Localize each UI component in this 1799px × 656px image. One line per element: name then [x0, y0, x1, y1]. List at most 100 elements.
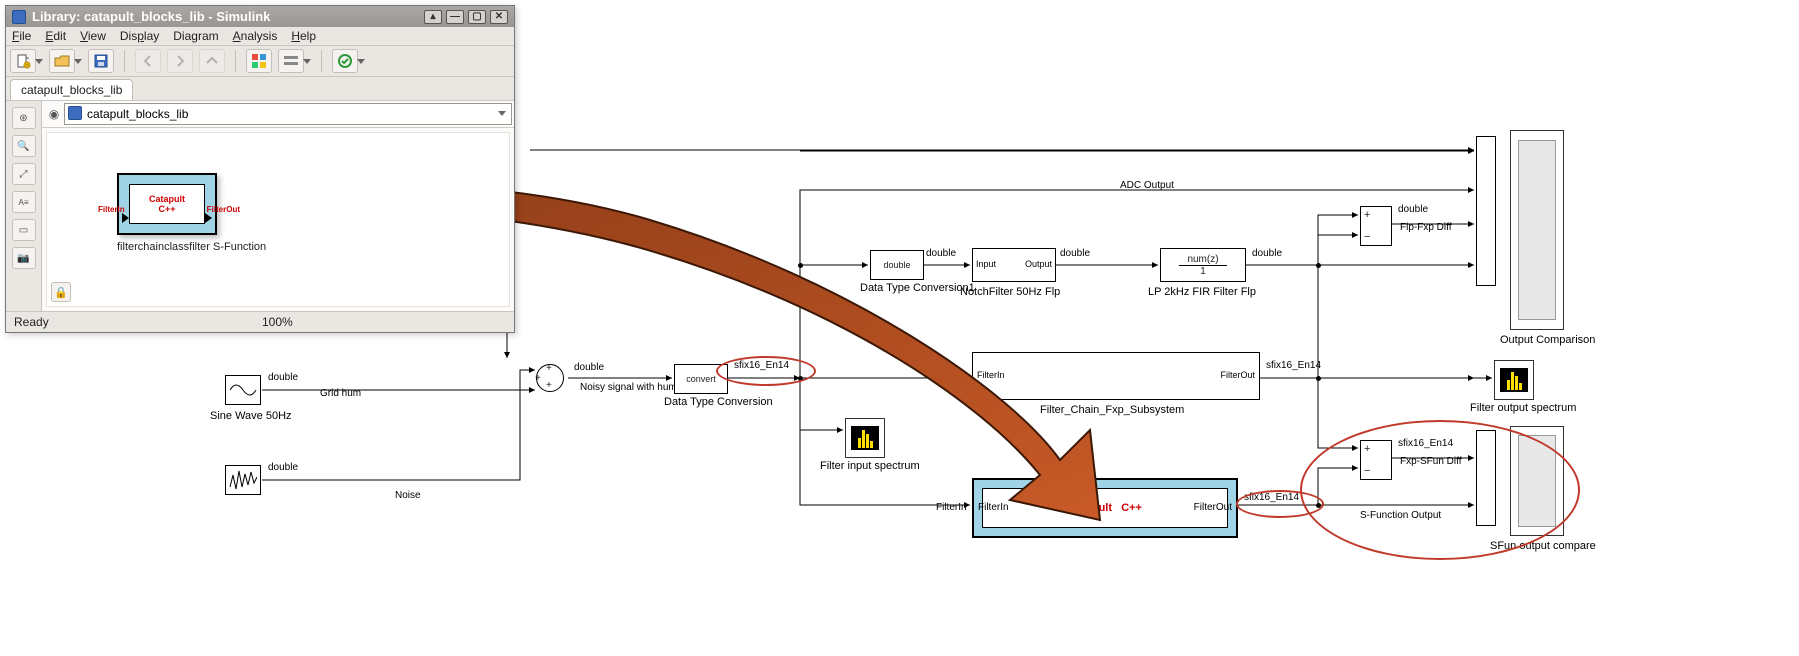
fit-button[interactable]: ⤢ [12, 163, 36, 185]
fxp-subsystem-block[interactable]: FilterIn FilterOut [972, 352, 1260, 400]
annotation-oval [716, 356, 816, 386]
data-type-conversion1[interactable]: double [870, 250, 924, 280]
model-config-button[interactable] [278, 49, 304, 73]
node [798, 263, 803, 268]
new-dropdown[interactable] [35, 59, 43, 64]
hide-show-button[interactable]: ⊛ [12, 107, 36, 129]
blk-inner-bot: C++ [158, 204, 175, 214]
highlight-button[interactable]: ▭ [12, 219, 36, 241]
diff-flp-fxp[interactable]: +− [1360, 206, 1392, 246]
path-dropdown[interactable] [498, 111, 506, 116]
spectrum-in-label: Filter input spectrum [820, 460, 920, 472]
simulink-icon [12, 10, 26, 24]
save-button[interactable] [88, 49, 114, 73]
port-label: FilterIn [977, 370, 1005, 380]
node [1316, 263, 1321, 268]
node [1316, 376, 1321, 381]
zoom-button[interactable]: 🔍 [12, 135, 36, 157]
menu-diagram[interactable]: Diagram [173, 29, 218, 43]
up-button [199, 49, 225, 73]
path-input[interactable] [64, 103, 512, 125]
signal-label: Noise [395, 490, 421, 501]
signal-label: ADC Output [1120, 180, 1174, 191]
dtconv-text: convert [686, 374, 716, 384]
open-dropdown[interactable] [74, 59, 82, 64]
tab-label: catapult_blocks_lib [21, 83, 122, 97]
port-label: FilterOut [1194, 502, 1232, 513]
signal-type: sfix16_En14 [1266, 360, 1321, 371]
spectrum-scope-out[interactable] [1494, 360, 1534, 400]
library-sfunction-block[interactable]: FilterIn Catapult C++ FilterOut filterch… [117, 173, 266, 253]
signal-type: double [926, 248, 956, 259]
signal-label: Grid hum [320, 388, 361, 399]
menu-view[interactable]: View [80, 29, 106, 43]
library-browser-button[interactable] [246, 49, 272, 73]
blk-inner-top: Catapult [149, 194, 185, 204]
shade-button[interactable]: ▴ [424, 10, 442, 24]
spectrum-scope-in[interactable] [845, 418, 885, 458]
menu-edit[interactable]: Edit [45, 29, 66, 43]
library-window[interactable]: Library: catapult_blocks_lib - Simulink … [5, 5, 515, 333]
menu-help[interactable]: Help [291, 29, 316, 43]
library-block-name: filterchainclassfilter S-Function [117, 241, 266, 253]
dtconv1-label: Data Type Conversion1 [860, 282, 944, 294]
sine-wave-label: Sine Wave 50Hz [210, 410, 292, 422]
menubar[interactable]: File Edit View Display Diagram Analysis … [6, 27, 514, 46]
screenshot-button[interactable]: 📷 [12, 247, 36, 269]
menu-analysis[interactable]: Analysis [233, 29, 278, 43]
fxp-ss-label: Filter_Chain_Fxp_Subsystem [1040, 404, 1184, 416]
status-text: Ready [14, 315, 49, 329]
port-label: FilterIn [98, 205, 125, 214]
tf-num: num(z) [1179, 254, 1226, 266]
sum-block[interactable]: + + + [536, 364, 564, 392]
sfun-inner2: C++ [1121, 502, 1142, 514]
annotate-button[interactable]: A≡ [12, 191, 36, 213]
sine-wave-block[interactable] [225, 375, 261, 405]
sfun-inner: Catapult [1068, 502, 1112, 514]
dtconv-label: Data Type Conversion [664, 396, 744, 408]
lock-icon[interactable]: 🔒 [51, 282, 71, 302]
port-label: FilterIn [978, 502, 1009, 513]
maximize-button[interactable]: ▢ [468, 10, 486, 24]
signal-type: double [1060, 248, 1090, 259]
signal-label: Flp-Fxp Diff [1400, 222, 1452, 233]
back-button [135, 49, 161, 73]
tab-library[interactable]: catapult_blocks_lib [10, 79, 133, 100]
port-label: Input [976, 259, 996, 269]
port-label: Output [1025, 259, 1052, 269]
spectrum-out-label: Filter output spectrum [1470, 402, 1576, 414]
config-dropdown[interactable] [303, 59, 311, 64]
address-bar: ◉ [42, 101, 514, 128]
menu-file[interactable]: File [12, 29, 31, 43]
tf-den: 1 [1200, 266, 1206, 277]
tabstrip: catapult_blocks_lib [6, 77, 514, 101]
update-dropdown[interactable] [357, 59, 365, 64]
notch-label: NotchFilter 50Hz Flp [960, 286, 1060, 298]
window-title: Library: catapult_blocks_lib - Simulink [32, 9, 270, 24]
output-comparison-label: Output Comparison [1500, 334, 1595, 346]
library-canvas[interactable]: FilterIn Catapult C++ FilterOut filterch… [46, 132, 510, 307]
signal-type: double [1398, 204, 1428, 215]
menu-display[interactable]: Display [120, 29, 159, 43]
notch-filter-block[interactable]: Input Output [972, 248, 1056, 282]
annotation-oval [1300, 420, 1580, 560]
update-button[interactable] [332, 49, 358, 73]
close-button[interactable]: ✕ [490, 10, 508, 24]
sfunction-block[interactable]: Catapult C++ FilterIn FilterIn FilterOut [972, 478, 1238, 538]
signal-label: Noisy signal with hum [580, 382, 677, 393]
fir-filter-block[interactable]: num(z) 1 [1160, 248, 1246, 282]
noise-block[interactable] [225, 465, 261, 495]
open-button[interactable] [49, 49, 75, 73]
output-comparison-scope[interactable] [1510, 130, 1564, 330]
fir-label: LP 2kHz FIR Filter Flp [1148, 286, 1256, 298]
mux-top[interactable] [1476, 136, 1496, 286]
minimize-button[interactable]: — [446, 10, 464, 24]
new-button[interactable] [10, 49, 36, 73]
toolbar [6, 46, 514, 77]
simulink-icon [68, 106, 82, 120]
address-back[interactable]: ◉ [44, 107, 64, 121]
explorer-bar: ⊛ 🔍 ⤢ A≡ ▭ 📷 [6, 101, 42, 311]
titlebar[interactable]: Library: catapult_blocks_lib - Simulink … [6, 6, 514, 27]
signal-type: double [1252, 248, 1282, 259]
zoom-level: 100% [262, 315, 293, 329]
